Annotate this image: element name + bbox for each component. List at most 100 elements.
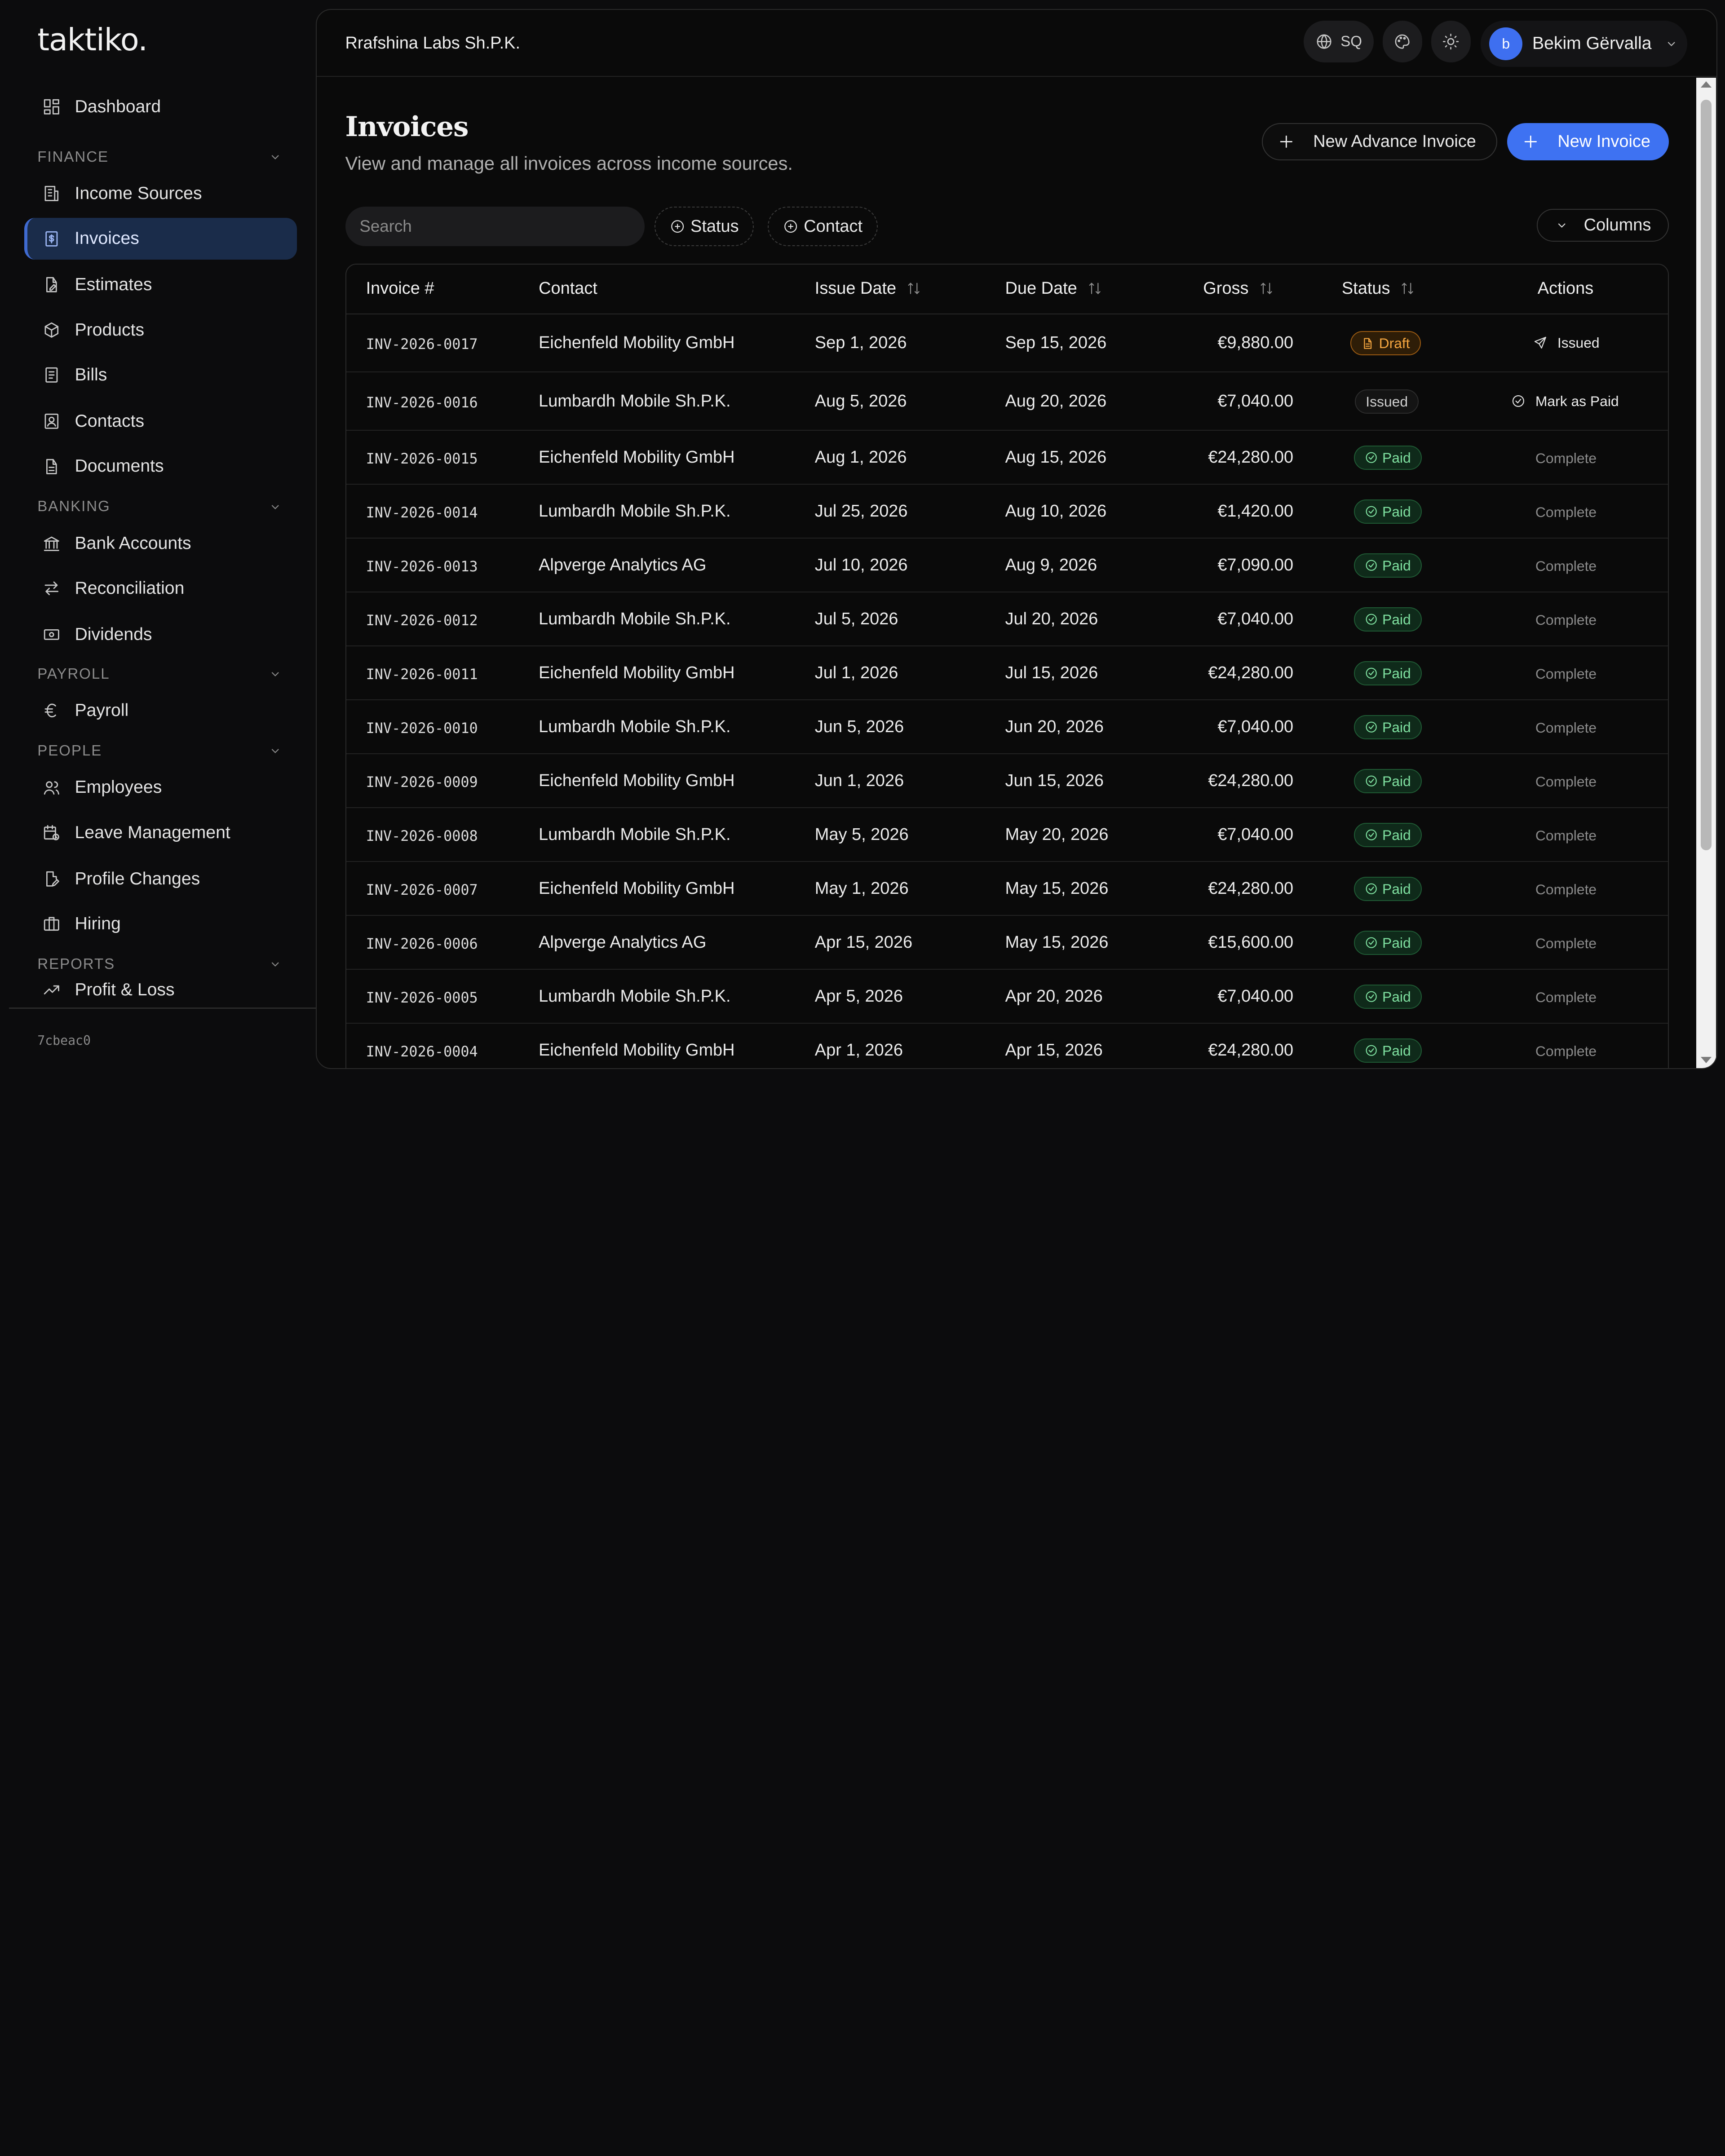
sidebar-item-contacts[interactable]: Contacts xyxy=(24,400,297,442)
action-complete-label: Complete xyxy=(1535,719,1597,736)
table-row[interactable]: INV-2026-0010 Lumbardh Mobile Sh.P.K. Jun … xyxy=(346,700,1668,755)
header-status[interactable]: Status xyxy=(1342,279,1415,298)
table-row[interactable]: INV-2026-0011 Eichenfeld Mobility GmbH Jul… xyxy=(346,646,1668,701)
table-row[interactable]: INV-2026-0009 Eichenfeld Mobility GmbH Jun… xyxy=(346,754,1668,808)
table-row[interactable]: INV-2026-0005 Lumbardh Mobile Sh.P.K. Apr … xyxy=(346,970,1668,1024)
contact-filter-button[interactable]: Contact xyxy=(767,206,878,247)
chevron-down-icon xyxy=(271,962,279,967)
sort-icon[interactable] xyxy=(1087,281,1102,296)
sidebar-item-label: Profile Changes xyxy=(75,869,200,888)
section-title: PEOPLE xyxy=(37,742,102,760)
language-switcher[interactable]: SQ xyxy=(1303,21,1374,63)
mark-as-paid-button[interactable]: Mark as Paid xyxy=(1511,393,1619,410)
sidebar-item-invoices[interactable]: Invoices xyxy=(24,217,297,260)
table-row[interactable]: INV-2026-0012 Lumbardh Mobile Sh.P.K. Jul … xyxy=(346,592,1668,647)
invoice-number[interactable]: INV-2026-0006 xyxy=(366,935,478,952)
table-row[interactable]: INV-2026-0013 Alpverge Analytics AG Jul 10… xyxy=(346,539,1668,593)
scrollbar-thumb[interactable] xyxy=(1700,100,1712,850)
sidebar-item-dividends[interactable]: Dividends xyxy=(24,614,297,656)
theme-toggle-button[interactable] xyxy=(1431,21,1471,63)
due-date: Aug 20, 2026 xyxy=(1005,392,1107,411)
table-row[interactable]: INV-2026-0006 Alpverge Analytics AG Apr 15… xyxy=(346,916,1668,970)
sidebar-item-reconciliation[interactable]: Reconciliation xyxy=(24,568,297,610)
sidebar-item-income-sources[interactable]: Income Sources xyxy=(24,172,297,214)
status-badge: Draft xyxy=(1350,331,1421,356)
contact-name: Lumbardh Mobile Sh.P.K. xyxy=(539,825,731,844)
sort-icon[interactable] xyxy=(906,281,921,296)
sidebar-item-estimates[interactable]: Estimates xyxy=(24,264,297,306)
search-input[interactable]: Search xyxy=(345,206,645,247)
status-filter-button[interactable]: Status xyxy=(654,206,754,247)
section-finance[interactable]: FINANCE xyxy=(37,149,282,166)
status-badge: Issued xyxy=(1355,389,1419,414)
section-reports[interactable]: REPORTS xyxy=(37,956,282,973)
filter-label: Contact xyxy=(804,216,863,236)
button-label: Columns xyxy=(1583,216,1651,235)
chevron-down-icon xyxy=(1668,42,1675,46)
table-row[interactable]: INV-2026-0008 Lumbardh Mobile Sh.P.K. May … xyxy=(346,808,1668,862)
invoice-number[interactable]: INV-2026-0011 xyxy=(366,666,478,683)
new-invoice-button[interactable]: New Invoice xyxy=(1507,123,1669,161)
sidebar-item-profile-changes[interactable]: Profile Changes xyxy=(24,858,297,900)
check-circle-icon xyxy=(1366,452,1377,464)
invoice-number[interactable]: INV-2026-0009 xyxy=(366,773,478,791)
table-row[interactable]: INV-2026-0007 Eichenfeld Mobility GmbH May… xyxy=(346,862,1668,916)
contact-name: Lumbardh Mobile Sh.P.K. xyxy=(539,987,731,1006)
user-menu[interactable]: b Bekim Gërvalla xyxy=(1480,21,1688,67)
invoice-number[interactable]: INV-2026-0005 xyxy=(366,989,478,1006)
invoice-number[interactable]: INV-2026-0012 xyxy=(366,612,478,629)
theme-palette-button[interactable] xyxy=(1382,21,1423,63)
plus-circle-icon xyxy=(784,220,797,233)
header-gross[interactable]: Gross xyxy=(1203,279,1274,298)
sort-icon[interactable] xyxy=(1400,281,1415,296)
sidebar-item-profit-loss[interactable]: Profit & Loss xyxy=(24,980,297,1009)
sidebar-item-dashboard[interactable]: Dashboard xyxy=(24,86,297,128)
invoice-number[interactable]: INV-2026-0008 xyxy=(366,827,478,844)
section-payroll[interactable]: PAYROLL xyxy=(37,666,282,683)
organization-name[interactable]: Rrafshina Labs Sh.P.K. xyxy=(345,34,520,53)
calendar-clock-icon xyxy=(42,823,62,843)
table-row[interactable]: INV-2026-0016 Lumbardh Mobile Sh.P.K. Aug … xyxy=(346,372,1668,431)
table-row[interactable]: INV-2026-0015 Eichenfeld Mobility GmbH Aug… xyxy=(346,431,1668,485)
table-row[interactable]: INV-2026-0014 Lumbardh Mobile Sh.P.K. Jul … xyxy=(346,485,1668,539)
sidebar-item-hiring[interactable]: Hiring xyxy=(24,903,297,945)
main-panel: Rrafshina Labs Sh.P.K. SQ b Bekim Gërval… xyxy=(315,9,1717,1069)
sidebar-item-employees[interactable]: Employees xyxy=(24,767,297,808)
invoice-number[interactable]: INV-2026-0007 xyxy=(366,881,478,898)
sort-icon[interactable] xyxy=(1259,281,1274,296)
new-advance-invoice-button[interactable]: New Advance Invoice xyxy=(1261,123,1497,161)
invoice-number[interactable]: INV-2026-0017 xyxy=(366,336,478,353)
table-row[interactable]: INV-2026-0004 Eichenfeld Mobility GmbH Apr… xyxy=(346,1024,1668,1068)
sidebar-item-bills[interactable]: Bills xyxy=(24,354,297,396)
scroll-down-arrow-icon[interactable] xyxy=(1700,1057,1712,1063)
table-row[interactable]: INV-2026-0017 Eichenfeld Mobility GmbH Sep… xyxy=(346,314,1668,373)
section-banking[interactable]: BANKING xyxy=(37,498,282,515)
invoice-number[interactable]: INV-2026-0016 xyxy=(366,394,478,411)
app-logo[interactable]: taktiko. xyxy=(37,22,148,58)
section-people[interactable]: PEOPLE xyxy=(37,742,282,760)
invoice-number[interactable]: INV-2026-0014 xyxy=(366,504,478,521)
gross-amount: €15,600.00 xyxy=(1208,933,1294,952)
columns-button[interactable]: Columns xyxy=(1536,208,1669,242)
plus-icon xyxy=(1280,135,1292,148)
arrows-swap-icon xyxy=(42,579,62,598)
sidebar-item-bank-accounts[interactable]: Bank Accounts xyxy=(24,522,297,564)
header-due-date[interactable]: Due Date xyxy=(1005,279,1102,298)
invoice-number[interactable]: INV-2026-0010 xyxy=(366,720,478,737)
sidebar-item-label: Bills xyxy=(75,365,107,385)
scroll-up-arrow-icon[interactable] xyxy=(1700,81,1712,88)
due-date: Aug 15, 2026 xyxy=(1005,448,1107,467)
invoice-number[interactable]: INV-2026-0013 xyxy=(366,558,478,575)
header-issue-date[interactable]: Issue Date xyxy=(815,279,922,298)
issue-action-button[interactable]: Issued xyxy=(1533,335,1600,351)
sidebar-item-payroll[interactable]: Payroll xyxy=(24,690,297,732)
invoice-number[interactable]: INV-2026-0004 xyxy=(366,1043,478,1060)
sidebar-item-leave-management[interactable]: Leave Management xyxy=(24,812,297,853)
sidebar-item-products[interactable]: Products xyxy=(24,309,297,351)
package-icon xyxy=(42,320,62,340)
version-label: 7cbeac0 xyxy=(37,1033,91,1048)
button-label: New Invoice xyxy=(1557,132,1650,151)
invoice-number[interactable]: INV-2026-0015 xyxy=(366,450,478,467)
chevron-down-icon xyxy=(271,155,279,159)
sidebar-item-documents[interactable]: Documents xyxy=(24,446,297,487)
